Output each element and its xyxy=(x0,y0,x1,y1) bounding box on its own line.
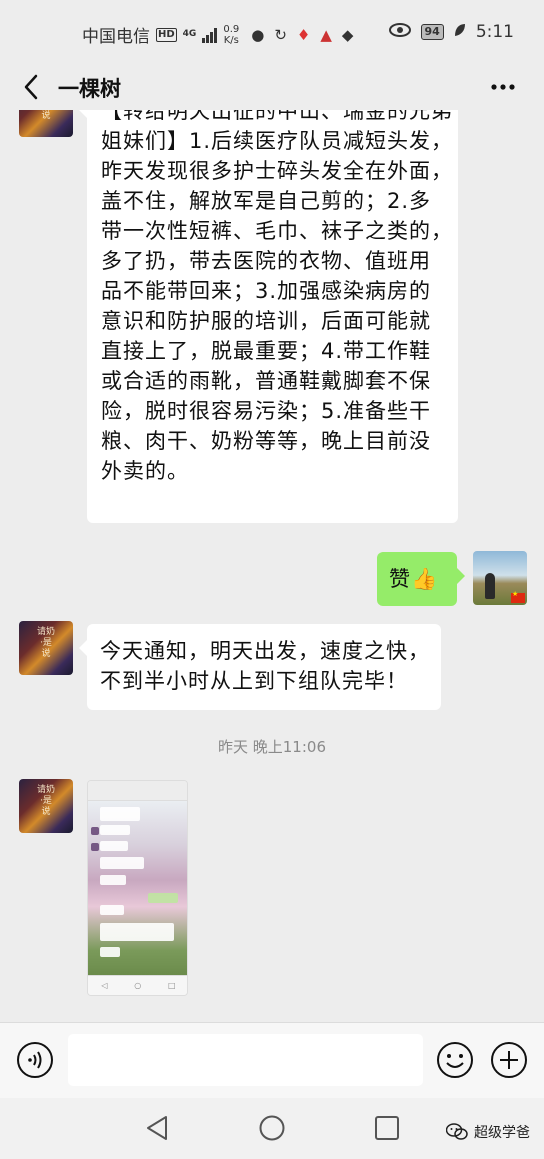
system-nav-bar: 超级学爸 xyxy=(0,1098,544,1159)
notification-icons: ● ↻ ♦ ▲ ◆ xyxy=(251,26,353,44)
back-chevron-icon[interactable] xyxy=(20,72,44,102)
message-list[interactable]: 请奶·是说 【转给明天出征的中山、瑞金的兄弟 姐妹们】1.后续医疗队员减短头发，… xyxy=(0,110,544,1022)
message-line: 盖不住，解放军是自己剪的；2.多 xyxy=(101,189,432,213)
watermark: 超级学爸 xyxy=(446,1122,530,1142)
network-type: 4G xyxy=(183,30,197,39)
watermark-text: 超级学爸 xyxy=(474,1125,530,1141)
hd-badge: HD xyxy=(156,27,177,42)
message-line: 今天通知，明天出发，速度之快， xyxy=(100,639,430,663)
nav-home-icon[interactable] xyxy=(258,1114,286,1142)
message-line: 粮、肉干、奶粉等等，晚上目前没 xyxy=(101,429,431,453)
nav-recent-apps-icon[interactable] xyxy=(374,1115,400,1141)
message-line: 昨天发现很多护士碎头发全在外面， xyxy=(101,159,453,183)
more-dots-icon[interactable] xyxy=(490,77,516,97)
app-notify-icon: ▲ xyxy=(320,25,332,44)
clock-time: 5:11 xyxy=(475,22,514,42)
contact-avatar[interactable]: 请奶·是说 xyxy=(19,110,73,137)
status-left: 中国电信 HD 4G 0.9 K/s ● ↻ ♦ ▲ ◆ xyxy=(82,22,353,48)
voice-icon[interactable] xyxy=(16,1041,54,1079)
message-line: 意识和防护服的培训，后面可能就 xyxy=(101,309,431,333)
image-thumbnail-content xyxy=(88,801,187,977)
battery-indicator: 94 xyxy=(420,24,444,40)
message-line: 直接上了，脱最重要；4.带工作鞋 xyxy=(101,339,432,363)
shield-notify-icon: ◆ xyxy=(341,25,354,44)
eye-comfort-icon xyxy=(388,22,411,42)
avatar-person xyxy=(485,573,495,599)
status-right: 94 5:11 xyxy=(388,22,514,42)
chat-title: 一棵树 xyxy=(58,77,121,101)
avatar-caption: 请奶·是说 xyxy=(36,627,55,659)
message-line: 或合适的雨靴，普通鞋戴脚套不保 xyxy=(101,369,431,393)
message-input[interactable] xyxy=(68,1034,423,1086)
message-bubble[interactable]: 今天通知，明天出发，速度之快， 不到半小时从上到下组队完毕！ xyxy=(79,624,441,710)
message-line: 品不能带回来；3.加强感染病房的 xyxy=(101,279,432,303)
chat-header: 一棵树 xyxy=(0,64,544,110)
avatar-caption: 请奶·是说 xyxy=(36,785,55,817)
image-message[interactable]: ◁ ○ □ xyxy=(87,780,188,996)
leaf-icon xyxy=(454,22,466,42)
image-thumbnail-nav: ◁ ○ □ xyxy=(88,975,187,995)
contact-avatar[interactable]: 请奶·是说 xyxy=(19,621,73,675)
message-line: 险，脱时很容易污染；5.准备些干 xyxy=(101,399,432,423)
my-avatar[interactable] xyxy=(473,551,527,605)
signal-icon xyxy=(202,27,218,43)
carrier-label: 中国电信 xyxy=(82,27,150,47)
message-line: 姐妹们】1.后续医疗队员减短头发， xyxy=(101,129,454,153)
flag-icon xyxy=(511,590,525,603)
status-bar: 中国电信 HD 4G 0.9 K/s ● ↻ ♦ ▲ ◆ 94 5:11 xyxy=(0,0,544,64)
message-timestamp: 昨天 晚上11:06 xyxy=(218,738,326,756)
image-thumbnail-header xyxy=(88,781,187,801)
sync-notify-icon: ↻ xyxy=(274,25,287,44)
nav-back-icon[interactable] xyxy=(144,1114,170,1142)
network-speed-value: 0.9 xyxy=(223,23,240,35)
message-notify-icon: ● xyxy=(251,25,265,44)
emoji-icon[interactable] xyxy=(436,1041,474,1079)
avatar-caption: 请奶·是说 xyxy=(41,111,51,121)
sent-message-text: 赞👍 xyxy=(389,567,439,591)
message-line: 带一次性短裤、毛巾、袜子之类的， xyxy=(101,219,453,243)
network-speed-unit: K/s xyxy=(223,34,239,46)
contact-avatar[interactable]: 请奶·是说 xyxy=(19,779,73,833)
plus-icon[interactable] xyxy=(490,1041,528,1079)
network-type-label: 4G xyxy=(182,29,197,39)
message-line: 【转给明天出征的中山、瑞金的兄弟 xyxy=(101,110,453,123)
network-speed: 0.9 K/s xyxy=(223,24,239,46)
message-bubble-long[interactable]: 【转给明天出征的中山、瑞金的兄弟 姐妹们】1.后续医疗队员减短头发， 昨天发现很… xyxy=(79,110,458,523)
sent-message-bubble[interactable]: 赞👍 xyxy=(377,552,465,606)
input-bar xyxy=(0,1022,544,1098)
location-notify-icon: ♦ xyxy=(296,25,311,44)
message-line: 多了扔，带去医院的衣物、值班用 xyxy=(101,249,431,273)
message-line: 外卖的。 xyxy=(101,459,189,483)
message-line: 不到半小时从上到下组队完毕！ xyxy=(100,669,408,693)
wechat-logo-icon xyxy=(446,1123,468,1140)
